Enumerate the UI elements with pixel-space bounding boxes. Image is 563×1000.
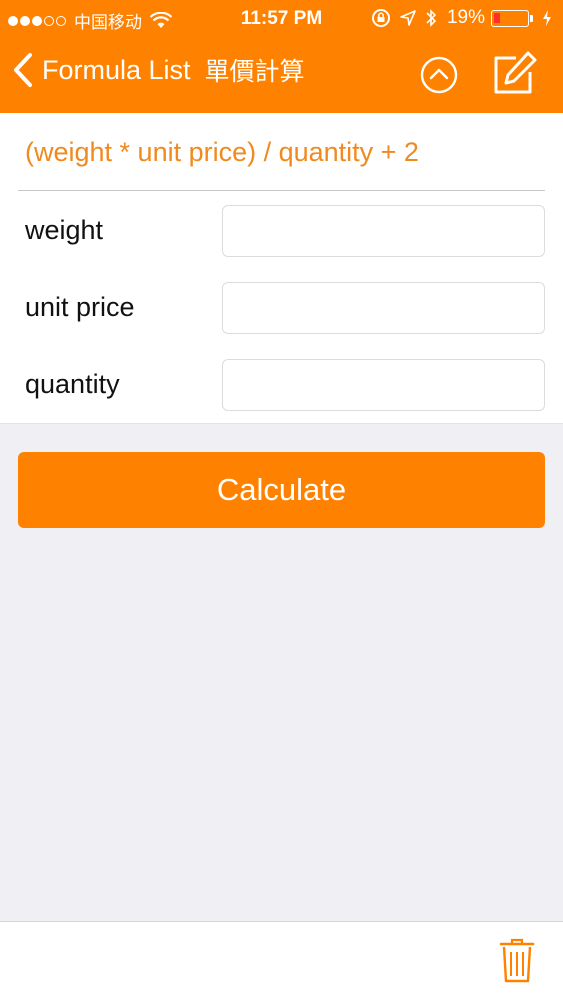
divider — [18, 190, 545, 191]
calculate-button[interactable]: Calculate — [18, 452, 545, 528]
delete-button[interactable] — [499, 938, 535, 989]
formula-form: (weight * unit price) / quantity + 2 wei… — [0, 113, 563, 424]
collapse-button[interactable] — [420, 56, 458, 99]
battery-icon — [491, 9, 529, 27]
weight-input[interactable] — [222, 205, 545, 257]
battery-percent: 19% — [446, 7, 485, 28]
page-title: 單價計算 — [204, 57, 305, 86]
chevron-left-icon — [14, 53, 32, 87]
edit-button[interactable] — [492, 50, 538, 101]
field-row-quantity: quantity — [0, 357, 563, 413]
field-label: unit price — [25, 292, 135, 322]
field-row-unit-price: unit price — [0, 280, 563, 336]
rotation-lock-icon — [371, 9, 390, 27]
navigation-bar: Formula List 單價計算 — [0, 38, 563, 113]
status-right: 19% — [363, 7, 553, 29]
back-button-label: Formula List — [42, 54, 191, 85]
quantity-input[interactable] — [222, 359, 545, 411]
field-row-weight: weight — [0, 203, 563, 259]
chevron-up-circle-icon — [420, 56, 458, 94]
formula-expression: (weight * unit price) / quantity + 2 — [25, 137, 419, 167]
location-icon — [400, 10, 416, 26]
field-label: quantity — [25, 369, 120, 399]
charging-icon — [543, 10, 551, 26]
edit-icon — [494, 51, 537, 94]
status-bar: 中国移动 11:57 PM 19% — [0, 0, 563, 38]
bottom-toolbar — [0, 921, 563, 1000]
back-button[interactable]: Formula List 單價計算 — [12, 52, 305, 88]
field-label: weight — [25, 215, 104, 245]
bluetooth-icon — [426, 9, 437, 27]
trash-icon — [499, 938, 535, 983]
unit-price-input[interactable] — [222, 282, 545, 334]
header: 中国移动 11:57 PM 19% Formula List 單價計算 — [0, 0, 563, 113]
battery-tip — [530, 14, 533, 22]
